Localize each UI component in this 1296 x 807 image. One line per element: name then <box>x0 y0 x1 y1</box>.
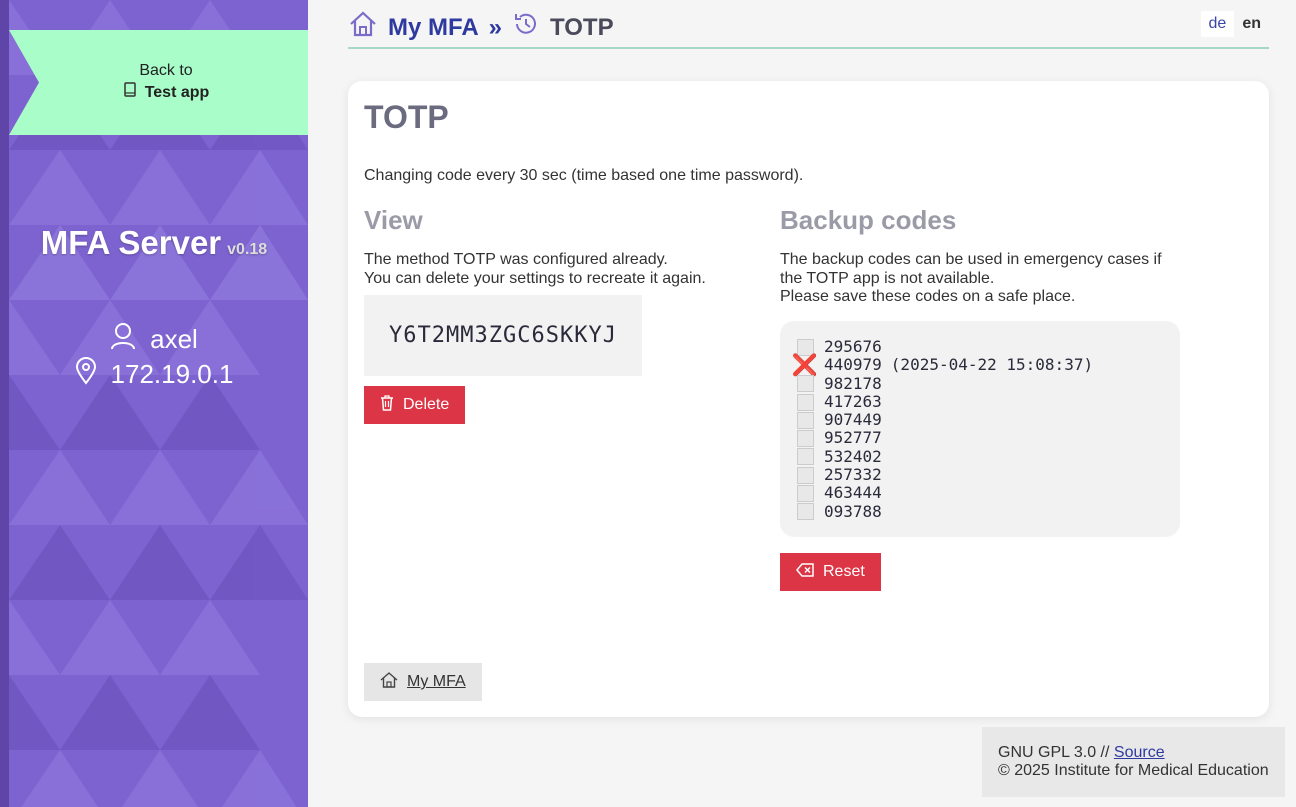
back-to-app-link[interactable]: Back to Test app <box>9 30 308 135</box>
view-section-title: View <box>364 205 423 235</box>
backup-code: 440979 <box>824 355 882 375</box>
home-icon <box>380 671 398 693</box>
back-prefix: Back to <box>139 62 193 79</box>
reset-label: Reset <box>823 563 865 580</box>
license-text: GNU GPL 3.0 // <box>998 744 1110 761</box>
delete-button[interactable]: Delete <box>364 386 466 424</box>
page-header: My MFA » TOTP de en <box>348 8 1269 49</box>
backup-code-row: 532402 <box>796 446 1164 466</box>
view-info: The method TOTP was configured already. … <box>364 251 706 288</box>
backup-code-used-time: (2025-04-22 15:08:37) <box>890 355 1094 375</box>
breadcrumb-current: TOTP <box>550 13 614 41</box>
backup-code-row: 463444 <box>796 484 1164 502</box>
backup-code-row: 907449 <box>796 410 1164 430</box>
footer-license-row: GNU GPL 3.0 // Source <box>998 744 1269 762</box>
book-icon <box>123 82 137 103</box>
totp-secret: Y6T2MM3ZGC6SKKYJ <box>364 295 642 376</box>
backup-code-row: 257332 <box>796 465 1164 485</box>
backup-code: 907449 <box>824 410 882 430</box>
footer: GNU GPL 3.0 // Source © 2025 Institute f… <box>982 727 1285 797</box>
backup-code-row: 093788 <box>796 501 1164 521</box>
used-cross-icon: ❌ <box>791 352 819 377</box>
backup-section-title: Backup codes <box>780 205 957 235</box>
breadcrumb-separator: » <box>488 13 503 41</box>
backup-info-line2: the TOTP app is not available. <box>780 269 995 287</box>
breadcrumb: My MFA » TOTP <box>348 10 614 45</box>
backup-code-row: 982178 <box>796 373 1164 393</box>
unused-box-icon <box>796 430 814 448</box>
copyright-text: © 2025 Institute for Medical Education <box>998 762 1269 779</box>
backup-codes-list: 295676 ❌ 440979 (2025-04-22 15:08:37) 982178… <box>780 321 1180 537</box>
backup-code: 952777 <box>824 428 882 448</box>
backup-info: The backup codes can be used in emergenc… <box>780 251 1162 307</box>
unused-box-icon <box>796 411 814 429</box>
sidebar-edge <box>0 0 9 807</box>
backup-code-row: 295676 <box>796 337 1164 356</box>
location-pin-icon <box>75 357 97 392</box>
lang-en-link[interactable]: en <box>1234 11 1269 37</box>
user-icon <box>110 322 136 357</box>
view-info-line2: You can delete your settings to recreate… <box>364 269 706 287</box>
language-switcher: de en <box>1200 11 1269 37</box>
backup-code: 295676 <box>824 337 882 356</box>
ip-address: 172.19.0.1 <box>110 359 234 389</box>
backspace-icon <box>796 562 814 582</box>
unused-box-icon <box>796 466 814 484</box>
backup-code: 093788 <box>824 501 882 521</box>
server-title: MFA Server v0.18 <box>0 224 308 262</box>
history-icon <box>512 10 540 45</box>
backup-code: 982178 <box>824 373 882 393</box>
breadcrumb-home-link[interactable]: My MFA <box>388 14 479 42</box>
my-mfa-button[interactable]: My MFA <box>364 663 482 701</box>
backup-code: 532402 <box>824 446 882 466</box>
totp-description: Changing code every 30 sec (time based o… <box>364 167 804 184</box>
source-link[interactable]: Source <box>1114 744 1165 761</box>
backup-code-row: 417263 <box>796 391 1164 411</box>
unused-box-icon <box>796 503 814 521</box>
user-row: axel <box>0 322 308 357</box>
unused-box-icon <box>796 448 814 466</box>
backup-code-row: ❌ 440979 (2025-04-22 15:08:37) <box>791 352 1164 377</box>
my-mfa-label: My MFA <box>407 673 466 690</box>
backup-code: 417263 <box>824 391 882 411</box>
backup-code: 463444 <box>824 483 882 503</box>
home-icon <box>348 10 378 45</box>
reset-button[interactable]: Reset <box>780 553 881 591</box>
backup-code-row: 952777 <box>796 429 1164 447</box>
totp-card: TOTP Changing code every 30 sec (time ba… <box>348 81 1269 717</box>
lang-de-link[interactable]: de <box>1200 11 1235 37</box>
backup-info-line3: Please save these codes on a safe place. <box>780 288 1076 305</box>
delete-label: Delete <box>403 396 450 413</box>
backup-code: 257332 <box>824 465 882 485</box>
back-app-name: Test app <box>144 83 210 101</box>
sidebar: Back to Test app MFA Server v0.18 axel 17… <box>0 0 308 807</box>
trash-icon <box>380 394 394 416</box>
unused-box-icon <box>796 393 814 411</box>
back-app-row: Test app <box>123 82 210 103</box>
unused-box-icon <box>796 375 814 393</box>
view-info-line1: The method TOTP was configured already. <box>364 251 668 268</box>
server-version: v0.18 <box>227 241 268 258</box>
server-name: MFA Server <box>40 224 222 261</box>
username: axel <box>150 324 198 354</box>
backup-info-line1: The backup codes can be used in emergenc… <box>780 251 1162 268</box>
page-title: TOTP <box>364 99 449 135</box>
unused-box-icon <box>796 485 814 503</box>
ip-row: 172.19.0.1 <box>0 357 308 392</box>
